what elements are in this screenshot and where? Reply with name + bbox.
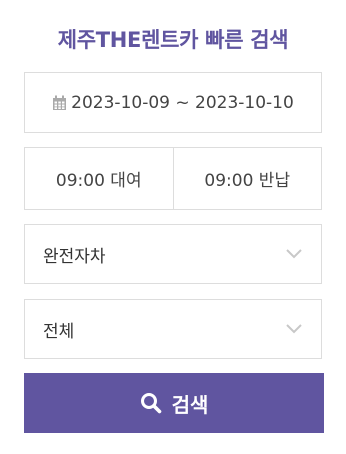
- insurance-select[interactable]: 완전자차: [24, 224, 322, 284]
- time-row: 09:00 대여 09:00 반납: [24, 147, 322, 210]
- date-range-text: 2023-10-09 ~ 2023-10-10: [71, 92, 294, 113]
- quick-search-panel: 제주THE렌트카 빠른 검색 2023-10-09 ~ 2023-10-10 0…: [0, 0, 346, 454]
- search-button-label: 검색: [171, 392, 209, 417]
- car-type-select[interactable]: 전체: [24, 299, 322, 359]
- insurance-select-value: 완전자차: [43, 246, 106, 267]
- calendar-icon: [53, 95, 67, 110]
- search-icon: [140, 393, 161, 414]
- chevron-down-icon: [286, 249, 302, 259]
- page-title: 제주THE렌트카 빠른 검색: [57, 28, 289, 52]
- pickup-time-select[interactable]: 09:00 대여: [25, 148, 173, 209]
- chevron-down-icon: [286, 324, 302, 334]
- search-button[interactable]: 검색: [24, 373, 324, 433]
- return-time-select[interactable]: 09:00 반납: [172, 148, 322, 209]
- date-range-field[interactable]: 2023-10-09 ~ 2023-10-10: [24, 72, 322, 133]
- car-type-select-value: 전체: [43, 321, 75, 342]
